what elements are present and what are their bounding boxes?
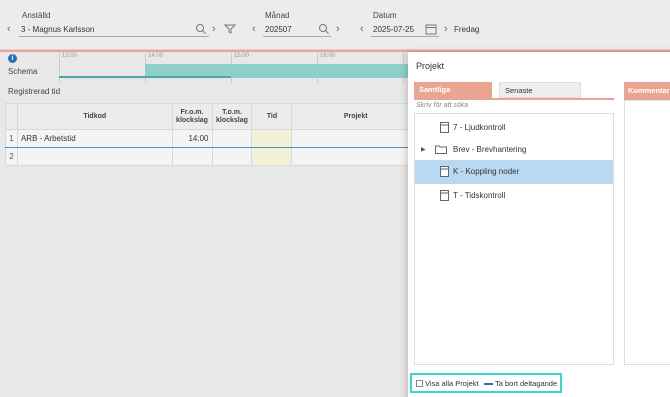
remove-participation-button[interactable]: Ta bort deltagande xyxy=(495,379,557,388)
column-header-tid[interactable]: Tid xyxy=(251,103,293,130)
tidkod-cell[interactable]: ARB - Arbetstid xyxy=(16,129,173,148)
tab-kommentar[interactable]: Kommentar xyxy=(624,82,670,100)
dialog-title: Projekt xyxy=(416,61,445,71)
date-value: 2025-07-25 xyxy=(373,25,414,34)
list-item[interactable]: T - Tidskontroll xyxy=(415,184,613,208)
tid-cell[interactable] xyxy=(251,147,293,166)
project-options-footer: Visa alla Projekt Ta bort deltagande xyxy=(410,373,562,393)
table-row[interactable]: 2 xyxy=(5,147,420,166)
project-picker-dialog: Projekt Samtliga Senaste Skriv för att s… xyxy=(408,52,670,397)
column-header-from[interactable]: Fr.o.m. klockslag xyxy=(171,103,213,130)
project-tabs: Samtliga Senaste xyxy=(414,82,614,100)
weekday-label: Fredag xyxy=(454,25,480,34)
registered-time-label: Registrerad tid xyxy=(8,87,61,96)
folder-icon xyxy=(435,145,447,154)
time-tick: 13:00 xyxy=(59,53,77,83)
tab-senaste[interactable]: Senaste xyxy=(499,82,581,98)
tid-cell[interactable] xyxy=(251,129,293,148)
list-item[interactable]: 7 - Ljudkontroll xyxy=(415,116,613,140)
list-item-label: T - Tidskontroll xyxy=(453,191,506,200)
date-prev-arrow[interactable]: ‹ xyxy=(360,22,364,36)
month-value: 202507 xyxy=(265,25,292,34)
project-search-input[interactable]: Skriv för att söka xyxy=(416,102,468,109)
projekt-cell[interactable] xyxy=(291,129,420,148)
filter-bar: Anställd ‹ 3 - Magnus Karlsson › Månad ‹… xyxy=(0,0,670,50)
column-header-to[interactable]: T.o.m. klockslag xyxy=(211,103,253,130)
remove-icon[interactable] xyxy=(484,383,493,385)
show-all-projects-checkbox[interactable] xyxy=(416,380,423,387)
table-header-row: Tidkod Fr.o.m. klockslag T.o.m. klocksla… xyxy=(5,103,420,130)
from-cell[interactable] xyxy=(171,147,213,166)
month-search-icon[interactable] xyxy=(318,23,330,35)
expand-arrow-icon[interactable]: ▶ xyxy=(421,138,426,162)
projekt-cell[interactable] xyxy=(291,147,420,166)
time-table: Tidkod Fr.o.m. klockslag T.o.m. klocksla… xyxy=(5,103,420,166)
project-list: 7 - Ljudkontroll ▶ Brev - Brevhantering … xyxy=(414,113,614,365)
list-item-label: Brev - Brevhantering xyxy=(453,145,527,154)
date-label: Datum xyxy=(373,11,397,20)
info-icon[interactable]: i xyxy=(8,54,17,63)
document-icon xyxy=(440,190,449,201)
row-number: 1 xyxy=(5,129,18,148)
filter-icon[interactable] xyxy=(224,23,236,35)
list-item[interactable]: ▶ Brev - Brevhantering xyxy=(415,138,613,162)
employee-field[interactable]: 3 - Magnus Karlsson xyxy=(19,22,209,37)
list-item-label: 7 - Ljudkontroll xyxy=(453,123,506,132)
employee-value: 3 - Magnus Karlsson xyxy=(21,25,95,34)
row-number-header xyxy=(5,103,18,130)
from-cell[interactable]: 14:00 xyxy=(171,129,213,148)
table-row[interactable]: 1 ARB - Arbetstid 14:00 xyxy=(5,129,420,148)
column-header-tidkod[interactable]: Tidkod xyxy=(16,103,173,130)
to-cell[interactable] xyxy=(211,129,253,148)
comment-textarea[interactable] xyxy=(624,100,670,365)
schema-progress-line xyxy=(59,76,231,78)
show-all-projects-label[interactable]: Visa alla Projekt xyxy=(425,379,479,388)
document-icon xyxy=(440,166,449,177)
employee-next-arrow[interactable]: › xyxy=(212,22,216,36)
employee-label: Anställd xyxy=(22,11,51,20)
row-number: 2 xyxy=(5,147,18,166)
month-label: Månad xyxy=(265,11,290,20)
list-item-label: K - Koppling noder xyxy=(453,167,520,176)
document-icon xyxy=(440,122,449,133)
month-next-arrow[interactable]: › xyxy=(336,22,340,36)
date-next-arrow[interactable]: › xyxy=(444,22,448,36)
list-item-selected[interactable]: K - Koppling noder xyxy=(415,160,613,184)
calendar-icon[interactable] xyxy=(425,23,437,35)
to-cell[interactable] xyxy=(211,147,253,166)
tidkod-cell[interactable] xyxy=(16,147,173,166)
search-icon[interactable] xyxy=(195,23,207,35)
month-prev-arrow[interactable]: ‹ xyxy=(252,22,256,36)
schema-label: Schema xyxy=(8,67,38,76)
column-header-projekt[interactable]: Projekt xyxy=(291,103,420,130)
employee-prev-arrow[interactable]: ‹ xyxy=(7,22,11,36)
tab-samtliga[interactable]: Samtliga xyxy=(414,82,492,98)
